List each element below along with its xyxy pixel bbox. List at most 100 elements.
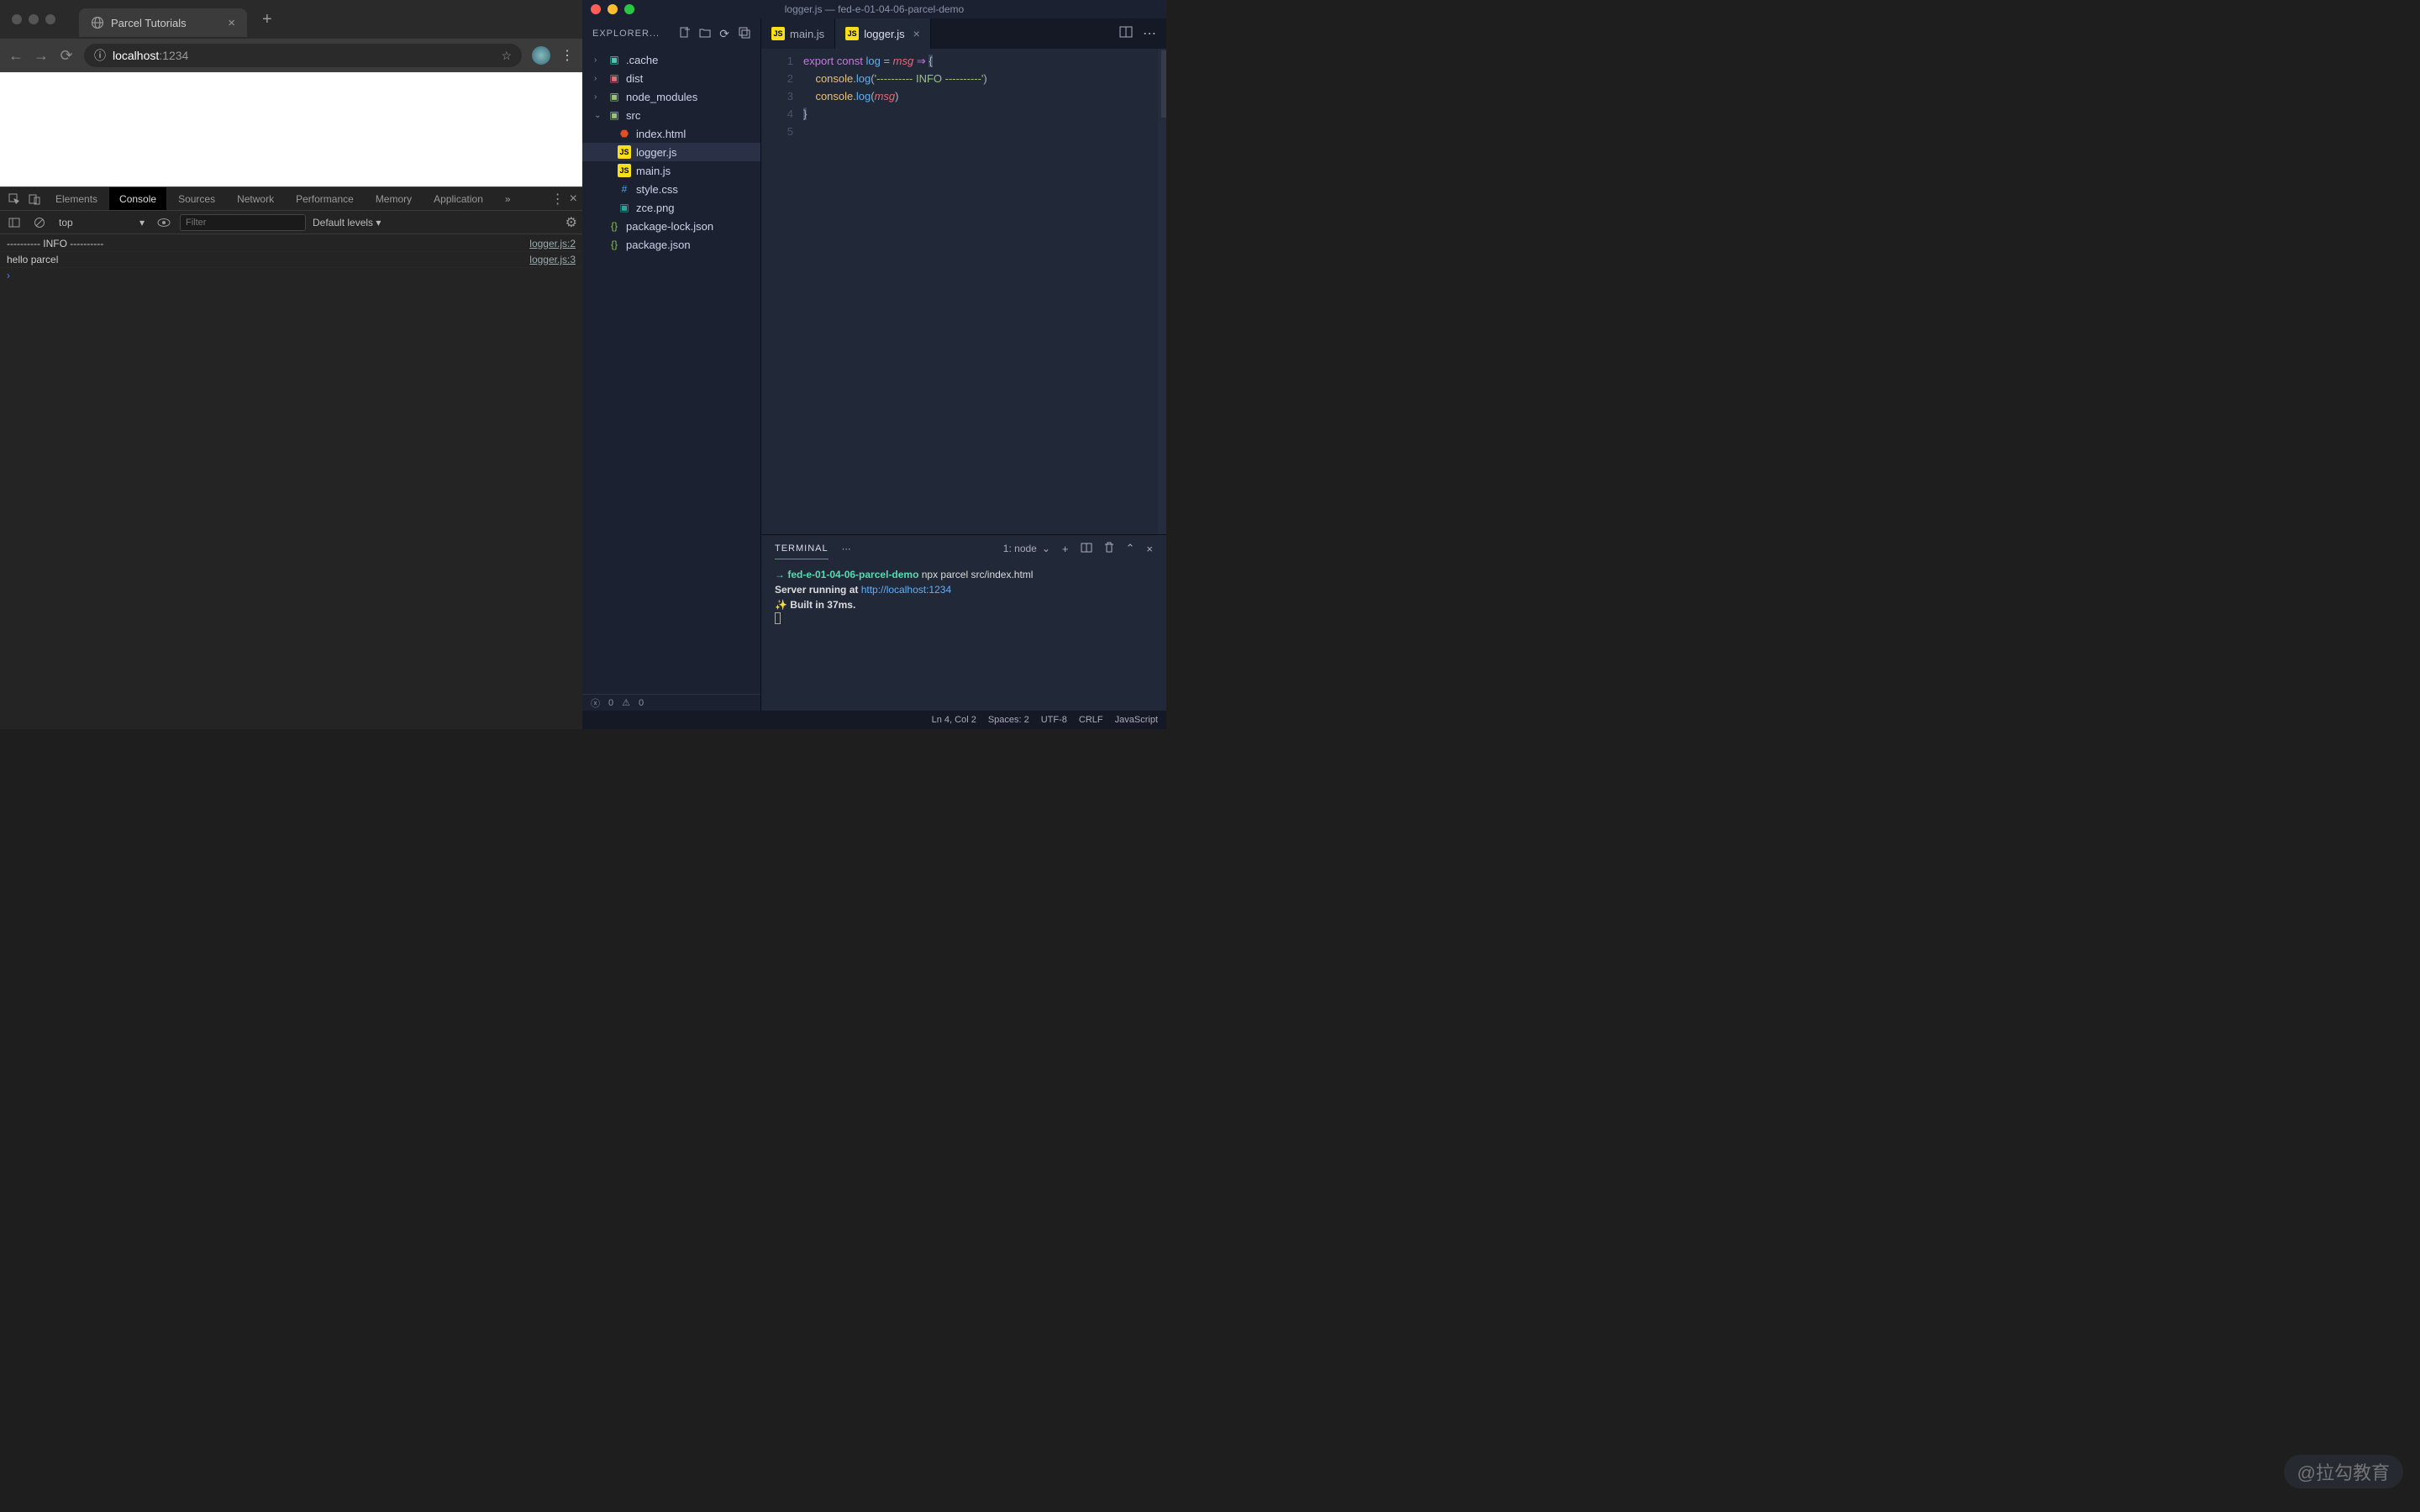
- folder-item[interactable]: ⌄▣src: [582, 106, 760, 124]
- forward-button[interactable]: →: [34, 47, 49, 65]
- file-item[interactable]: ▣zce.png: [582, 198, 760, 217]
- chevron-up-icon[interactable]: ⌃: [1126, 542, 1135, 555]
- devtools-tab-performance[interactable]: Performance: [286, 187, 364, 210]
- editor-tab[interactable]: JSlogger.js×: [835, 18, 931, 49]
- bookmark-icon[interactable]: ☆: [501, 49, 512, 63]
- folder-item[interactable]: ›▣node_modules: [582, 87, 760, 106]
- terminal-tab[interactable]: TERMINAL: [775, 538, 829, 559]
- language-mode[interactable]: JavaScript: [1115, 715, 1158, 725]
- devtools-tab-network[interactable]: Network: [227, 187, 284, 210]
- eye-icon[interactable]: [155, 213, 173, 232]
- file-item[interactable]: {}package.json: [582, 235, 760, 254]
- browser-menu-icon[interactable]: ⋮: [560, 47, 574, 64]
- editor-tabs: JSmain.js JSlogger.js× ⋯: [761, 18, 1166, 49]
- css-icon: #: [618, 182, 631, 196]
- maximize-dot[interactable]: [624, 4, 634, 14]
- file-item[interactable]: JSmain.js: [582, 161, 760, 180]
- console-message: hello parcel: [7, 254, 58, 265]
- problems-summary[interactable]: ⓧ0 ⚠0: [582, 694, 760, 711]
- devtools-tab-elements[interactable]: Elements: [45, 187, 108, 210]
- reload-button[interactable]: ⟳: [59, 47, 74, 65]
- trash-icon[interactable]: [1104, 542, 1114, 556]
- clear-console-icon[interactable]: [30, 213, 49, 232]
- file-item[interactable]: ⬣index.html: [582, 124, 760, 143]
- refresh-icon[interactable]: ⟳: [719, 27, 730, 41]
- code-content[interactable]: export const log = msg ⇒ { console.log('…: [803, 49, 1166, 534]
- json-icon: {}: [608, 219, 621, 233]
- console-source-link[interactable]: logger.js:2: [529, 238, 576, 249]
- terminal-panel: TERMINAL ⋯ 1: node ⌄ + ⌃ × → fed-e-01-04…: [761, 534, 1166, 711]
- devtools-panel: Elements Console Sources Network Perform…: [0, 186, 582, 729]
- close-dot[interactable]: [591, 4, 601, 14]
- terminal-select[interactable]: 1: node ⌄: [1003, 543, 1050, 554]
- console-line: hello parcel logger.js:3: [0, 252, 582, 268]
- close-icon[interactable]: ×: [913, 27, 920, 40]
- browser-tab[interactable]: Parcel Tutorials ×: [79, 8, 247, 37]
- devtools-tab-console[interactable]: Console: [109, 187, 166, 210]
- eol[interactable]: CRLF: [1079, 715, 1103, 725]
- log-levels-select[interactable]: Default levels ▾: [313, 217, 381, 228]
- devtools-menu-icon[interactable]: ⋮: [551, 191, 565, 207]
- console-message: ---------- INFO ----------: [7, 238, 103, 249]
- browser-toolbar: ← → ⟳ ⓘ localhost:1234 ☆ ⋮: [0, 39, 582, 72]
- context-select[interactable]: top▾: [55, 217, 148, 228]
- devtools-tab-more[interactable]: »: [495, 187, 521, 210]
- folder-item[interactable]: ›▣.cache: [582, 50, 760, 69]
- inspect-icon[interactable]: [5, 190, 24, 208]
- cursor-position[interactable]: Ln 4, Col 2: [932, 715, 976, 725]
- more-icon[interactable]: ⋯: [842, 543, 851, 554]
- chevron-down-icon: ⌄: [594, 111, 602, 120]
- collapse-icon[interactable]: [739, 27, 750, 41]
- terminal-cursor: [775, 612, 781, 624]
- globe-icon: [91, 16, 104, 29]
- settings-icon[interactable]: ⚙: [566, 214, 577, 231]
- minimize-dot[interactable]: [29, 14, 39, 24]
- close-dot[interactable]: [12, 14, 22, 24]
- minimize-dot[interactable]: [608, 4, 618, 14]
- info-icon[interactable]: ⓘ: [94, 47, 106, 64]
- back-button[interactable]: ←: [8, 47, 24, 65]
- vscode-titlebar: logger.js — fed-e-01-04-06-parcel-demo: [582, 0, 1166, 18]
- split-terminal-icon[interactable]: [1081, 543, 1092, 555]
- traffic-lights: [12, 14, 55, 24]
- warning-icon: ⚠: [622, 697, 630, 708]
- new-file-icon[interactable]: [679, 27, 691, 41]
- filter-input[interactable]: [180, 214, 306, 231]
- terminal-output[interactable]: → fed-e-01-04-06-parcel-demo npx parcel …: [761, 562, 1166, 711]
- close-panel-icon[interactable]: ×: [1146, 543, 1153, 555]
- maximize-dot[interactable]: [45, 14, 55, 24]
- close-icon[interactable]: ×: [228, 16, 235, 30]
- sidebar-toggle-icon[interactable]: [5, 213, 24, 232]
- file-item[interactable]: #style.css: [582, 180, 760, 198]
- new-terminal-icon[interactable]: +: [1062, 543, 1069, 555]
- console-prompt[interactable]: ›: [0, 268, 582, 283]
- file-item[interactable]: JSlogger.js: [582, 143, 760, 161]
- more-actions-icon[interactable]: ⋯: [1143, 25, 1156, 42]
- device-icon[interactable]: [25, 190, 44, 208]
- address-port: :1234: [159, 49, 188, 62]
- editor-tab[interactable]: JSmain.js: [761, 18, 835, 49]
- code-editor[interactable]: 12345 export const log = msg ⇒ { console…: [761, 49, 1166, 534]
- minimap[interactable]: [1158, 49, 1166, 534]
- js-icon: JS: [618, 145, 631, 159]
- profile-avatar[interactable]: [532, 46, 550, 65]
- file-item[interactable]: {}package-lock.json: [582, 217, 760, 235]
- devtools-tab-sources[interactable]: Sources: [168, 187, 225, 210]
- console-line: ---------- INFO ---------- logger.js:2: [0, 236, 582, 252]
- devtools-close-icon[interactable]: ×: [570, 192, 577, 207]
- new-folder-icon[interactable]: [699, 27, 711, 41]
- encoding[interactable]: UTF-8: [1041, 715, 1067, 725]
- split-editor-icon[interactable]: [1119, 26, 1133, 42]
- folder-icon: ▣: [608, 90, 621, 103]
- new-tab-button[interactable]: +: [262, 10, 272, 29]
- warning-count: 0: [639, 698, 644, 708]
- browser-titlebar: Parcel Tutorials × +: [0, 0, 582, 39]
- address-bar[interactable]: ⓘ localhost:1234 ☆: [84, 44, 522, 67]
- indent-setting[interactable]: Spaces: 2: [988, 715, 1029, 725]
- devtools-tab-application[interactable]: Application: [424, 187, 493, 210]
- devtools-tab-memory[interactable]: Memory: [366, 187, 422, 210]
- console-source-link[interactable]: logger.js:3: [529, 254, 576, 265]
- html-icon: ⬣: [618, 127, 631, 140]
- minimap-thumb[interactable]: [1161, 50, 1166, 118]
- folder-item[interactable]: ›▣dist: [582, 69, 760, 87]
